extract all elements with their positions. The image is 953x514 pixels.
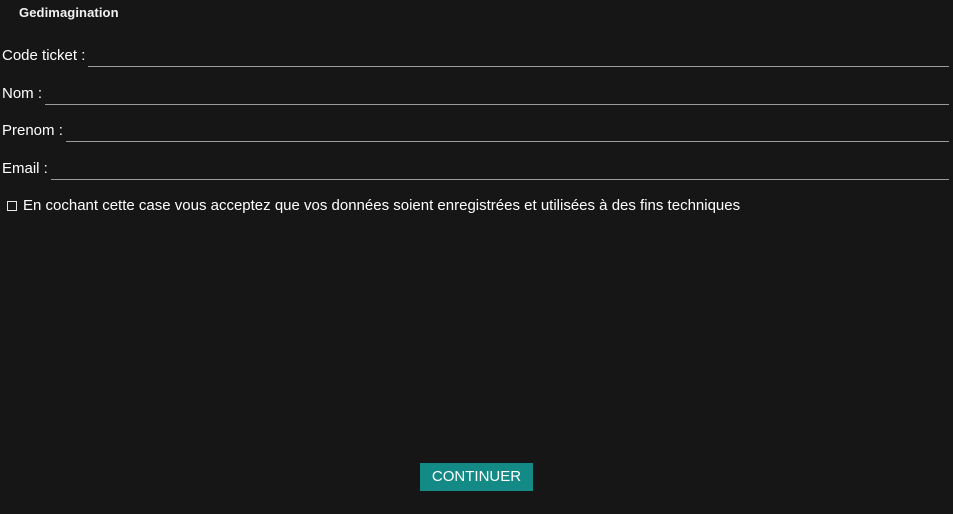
prenom-row: Prenom : [2,118,949,142]
app-window: Gedimagination Code ticket : Nom : Preno… [0,0,953,514]
consent-label: En cochant cette case vous acceptez que … [23,197,741,214]
prenom-input[interactable] [65,120,949,142]
email-input[interactable] [50,158,949,180]
code-ticket-input[interactable] [88,45,949,67]
email-label: Email : [2,160,48,177]
nom-input[interactable] [45,83,949,105]
consent-row: En cochant cette case vous acceptez que … [7,197,740,214]
email-row: Email : [2,156,949,180]
prenom-label: Prenom : [2,122,63,139]
continue-button[interactable]: CONTINUER [420,463,533,491]
consent-checkbox[interactable] [7,200,17,211]
nom-label: Nom : [2,85,43,102]
app-title: Gedimagination [19,5,119,20]
nom-row: Nom : [2,81,949,105]
code-ticket-label: Code ticket : [2,47,86,64]
code-ticket-row: Code ticket : [2,43,949,67]
